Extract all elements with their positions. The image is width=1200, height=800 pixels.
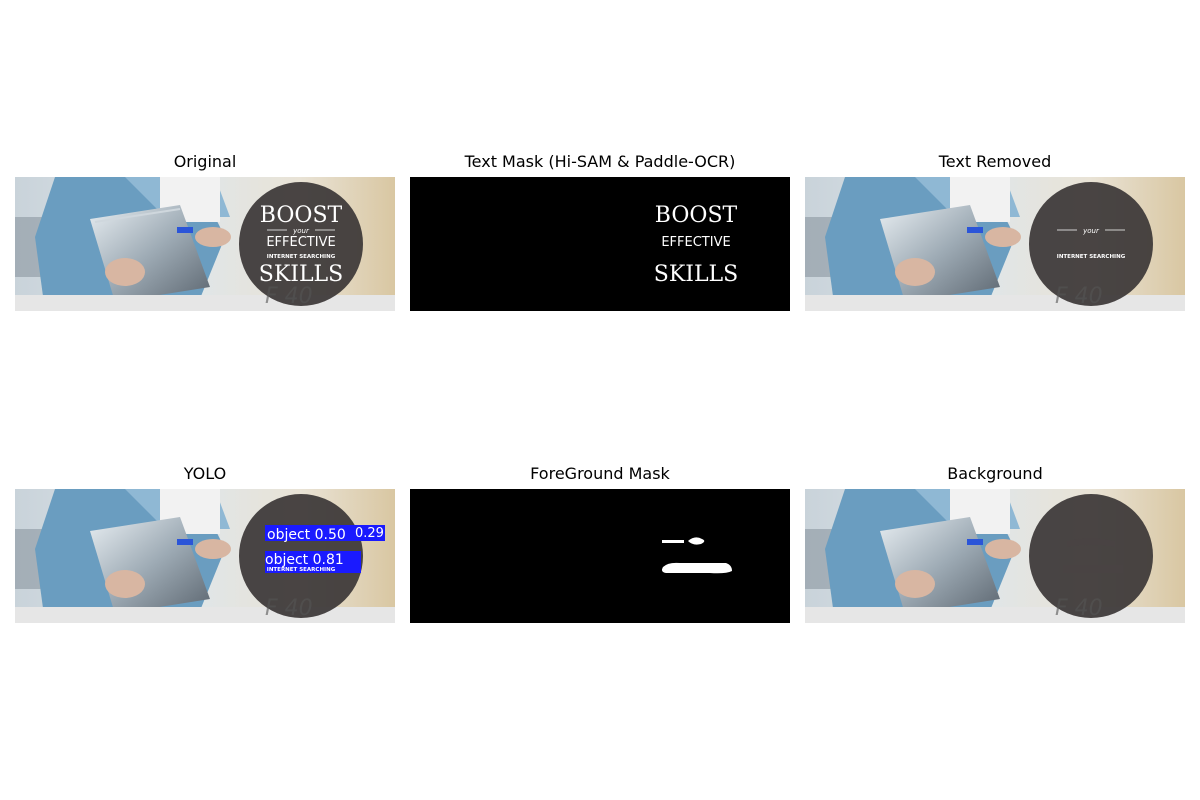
panel-title: Text Mask (Hi-SAM & Paddle-OCR) [464, 152, 736, 171]
detection-label: object 0.50 [267, 527, 346, 543]
banner-mark: F 40 [265, 284, 313, 309]
original-image: BOOST your EFFECTIVE INTERNET SEARCHING … [15, 177, 395, 311]
banner-your: your [292, 227, 310, 235]
panel-title: YOLO [183, 464, 227, 483]
mask-boost: BOOST [655, 203, 738, 228]
yolo-image: F 40 object 0.50 0.29 object 0.81 INTERN… [15, 489, 395, 623]
yolo-internet: INTERNET SEARCHING [267, 567, 336, 573]
mask-skills: SKILLS [654, 262, 739, 287]
background-mark: F 40 [1055, 596, 1103, 621]
detection-label: object 0.81 [265, 552, 344, 568]
panel-title: Background [947, 464, 1043, 483]
text-removed-image: your INTERNET SEARCHING F 40 [805, 177, 1185, 311]
panel-title: Original [173, 152, 237, 171]
banner-internet: INTERNET SEARCHING [267, 254, 336, 260]
removed-your: your [1082, 227, 1100, 235]
detection-score-tail: 0.29 [355, 526, 384, 541]
mask-effective: EFFECTIVE [661, 235, 730, 250]
banner-boost: BOOST [260, 203, 343, 228]
panel-title: ForeGround Mask [530, 464, 670, 483]
removed-mark: F 40 [1055, 284, 1103, 309]
yolo-mark: F 40 [265, 596, 313, 621]
removed-internet: INTERNET SEARCHING [1057, 254, 1126, 260]
banner-effective: EFFECTIVE [266, 235, 335, 250]
foreground-mask-image [410, 489, 790, 623]
text-mask-image: BOOST EFFECTIVE SKILLS [410, 177, 790, 311]
background-image: F 40 [805, 489, 1185, 623]
panel-title: Text Removed [938, 152, 1052, 171]
